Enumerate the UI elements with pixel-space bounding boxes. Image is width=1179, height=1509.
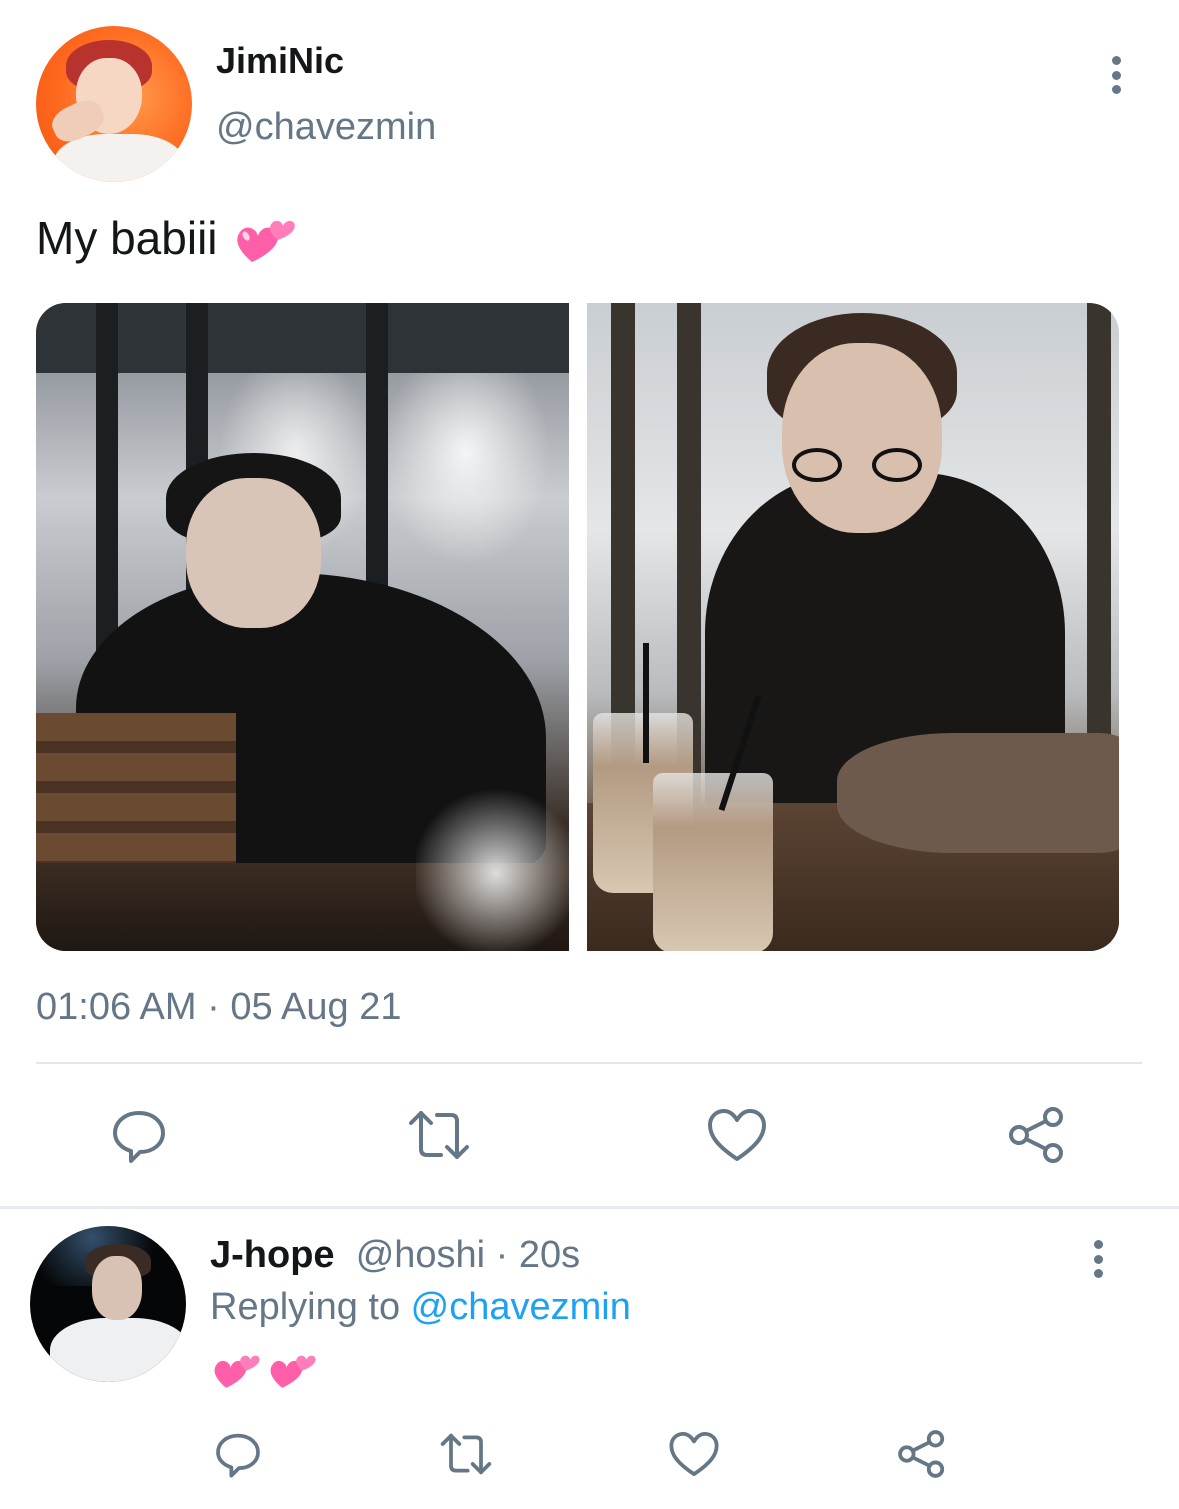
tweet-photo-2[interactable] xyxy=(587,303,1119,951)
reply-author-avatar[interactable] xyxy=(30,1226,186,1382)
tweet-detail-screen: JimiNic @chavezmin My babiii 01:06 AM · … xyxy=(0,0,1179,1509)
tweet-action-bar xyxy=(0,1100,1179,1170)
author-avatar[interactable] xyxy=(36,26,192,182)
replying-to-line: Replying to @chavezmin xyxy=(210,1286,631,1329)
replying-to-prefix: Replying to xyxy=(210,1286,411,1328)
reply-icon[interactable] xyxy=(208,1424,268,1484)
tweet-timestamp: 01:06 AM · 05 Aug 21 xyxy=(36,986,402,1028)
reply-text xyxy=(212,1346,318,1392)
retweet-icon[interactable] xyxy=(436,1424,496,1484)
share-icon[interactable] xyxy=(892,1424,952,1484)
retweet-icon[interactable] xyxy=(404,1100,474,1170)
reply-separator: · xyxy=(485,1234,519,1276)
tweet-text: My babiii xyxy=(36,210,298,266)
two-hearts-emoji-icon xyxy=(214,1355,260,1388)
reply-time: 20s xyxy=(518,1234,581,1276)
reply-display-name[interactable]: J-hope xyxy=(210,1234,335,1276)
reply-handle[interactable]: @hoshi xyxy=(345,1234,485,1276)
reply-header: J-hope @hoshi · 20s xyxy=(210,1234,580,1277)
avatar-shirt xyxy=(54,134,184,182)
replying-to-mention[interactable]: @chavezmin xyxy=(411,1286,631,1328)
reply-icon[interactable] xyxy=(104,1100,174,1170)
section-separator xyxy=(0,1206,1179,1209)
divider xyxy=(36,1062,1142,1064)
like-icon[interactable] xyxy=(664,1424,724,1484)
tweet-photo-1[interactable] xyxy=(36,303,569,951)
like-icon[interactable] xyxy=(702,1100,772,1170)
media-grid xyxy=(36,303,1119,951)
tweet-text-content: My babiii xyxy=(36,212,218,264)
two-hearts-emoji-icon xyxy=(270,1355,316,1388)
more-options-icon[interactable] xyxy=(1096,52,1136,98)
reply-more-options-icon[interactable] xyxy=(1078,1236,1118,1282)
author-handle[interactable]: @chavezmin xyxy=(216,106,436,149)
share-icon[interactable] xyxy=(1002,1100,1072,1170)
author-display-name[interactable]: JimiNic xyxy=(216,40,344,82)
two-hearts-emoji-icon xyxy=(236,220,295,262)
reply-action-bar xyxy=(0,1424,1179,1494)
